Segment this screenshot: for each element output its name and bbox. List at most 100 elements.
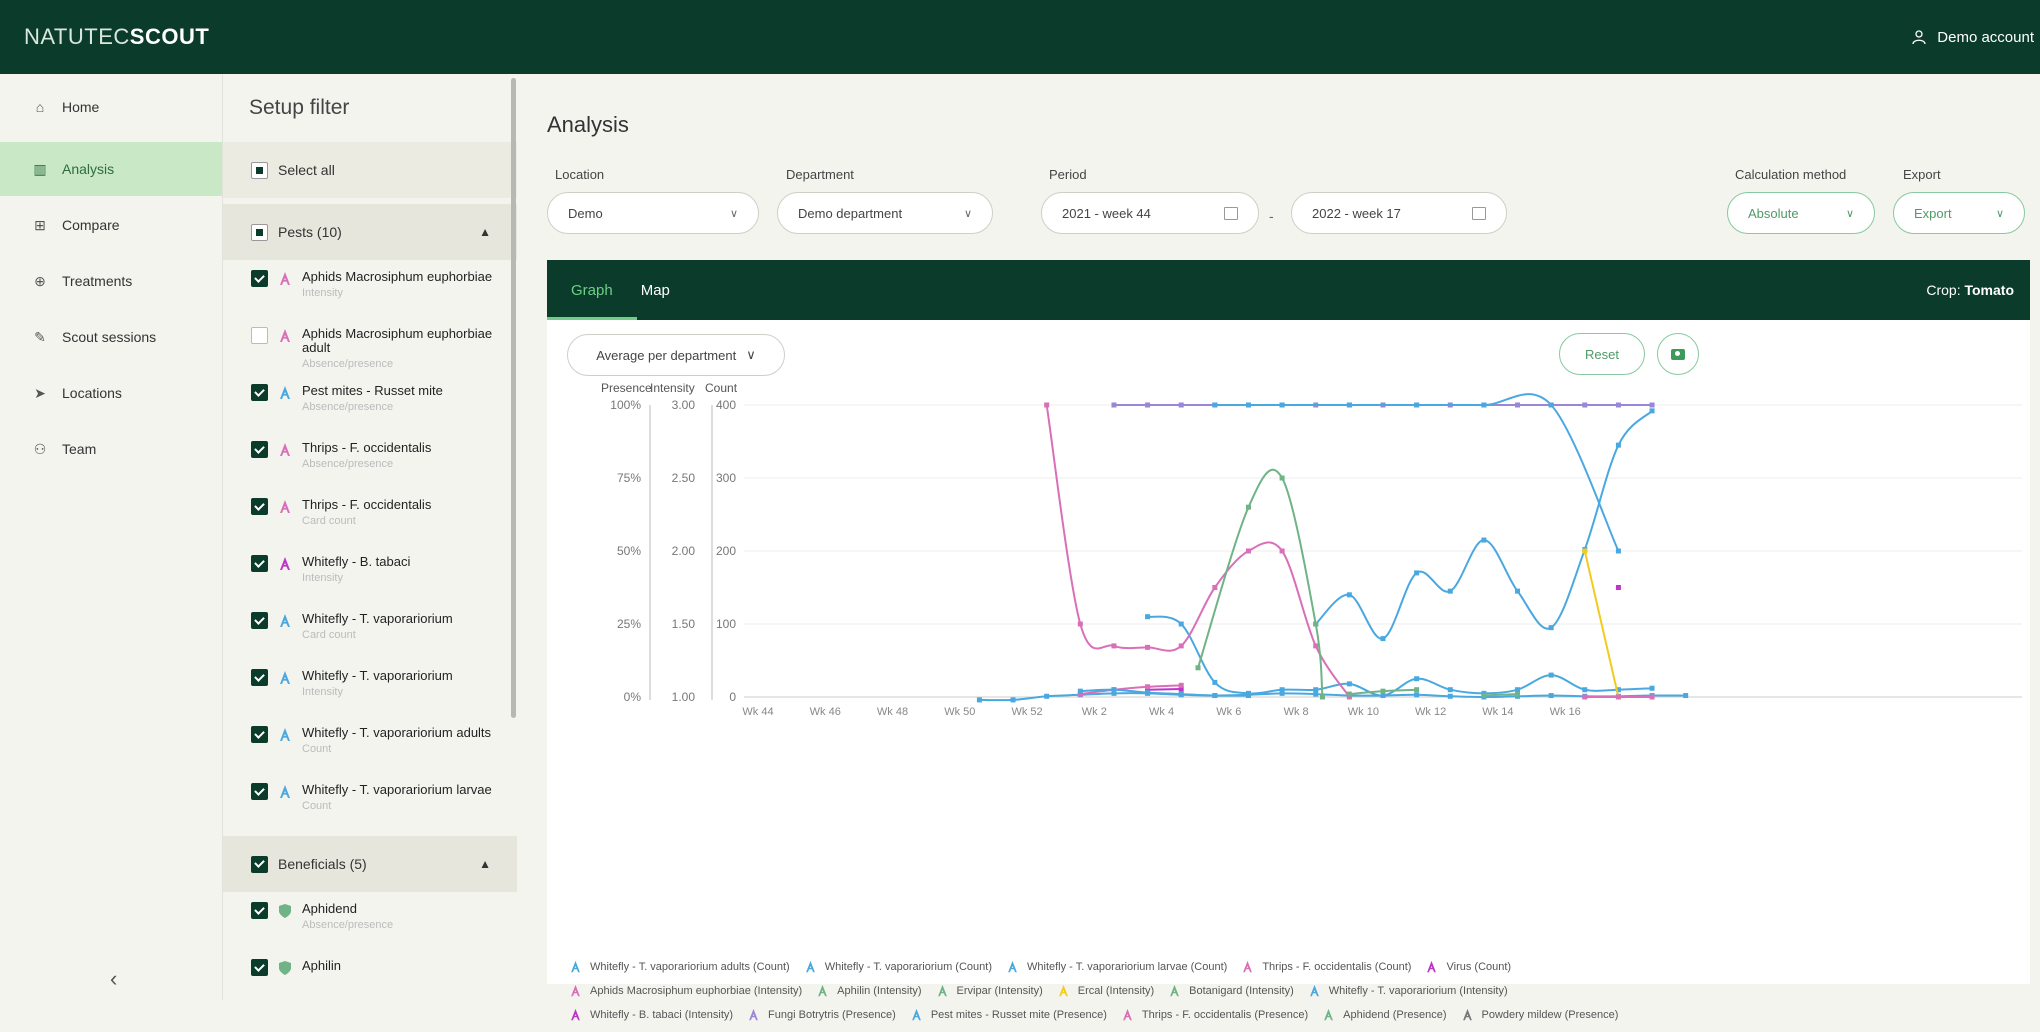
nav-item-locations[interactable]: ➤ Locations [0,366,222,420]
collapse-sidebar-button[interactable]: ‹ [110,966,117,992]
data-point [1414,676,1420,682]
app-logo[interactable]: NATUTECSCOUT [24,24,209,50]
bug-icon [818,984,828,997]
item-checkbox[interactable] [251,384,268,401]
data-point [1044,402,1050,408]
list-item[interactable]: Whitefly - T. vaporariorium Card count [223,602,517,659]
department-value: Demo department [798,205,903,221]
list-item[interactable]: Whitefly - T. vaporariorium larvae Count [223,773,517,830]
item-checkbox[interactable] [251,555,268,572]
item-checkbox[interactable] [251,959,268,976]
nav-item-home[interactable]: ⌂ Home [0,80,222,134]
list-item[interactable]: Whitefly - T. vaporariorium Intensity [223,659,517,716]
legend-item[interactable]: Whitefly - T. vaporariorium (Count) [804,960,992,974]
period-from-input[interactable]: 2021 - week 44 [1041,192,1259,234]
legend-item[interactable]: Whitefly - T. vaporariorium (Intensity) [1308,984,1508,998]
item-checkbox[interactable] [251,669,268,686]
list-item[interactable]: Thrips - F. occidentalis Card count [223,488,517,545]
logo-bold: SCOUT [129,24,210,49]
nav-item-treatments[interactable]: ⊕ Treatments [0,254,222,308]
chevron-down-icon: ∨ [729,207,738,220]
nav-item-analysis[interactable]: ▥ Analysis [0,142,222,196]
edit-icon: ✎ [34,328,46,345]
chevron-up-icon[interactable]: ▲ [479,857,491,871]
data-point [1178,402,1184,408]
chevron-up-icon[interactable]: ▲ [479,225,491,239]
count-axis-title: Count [705,381,738,395]
select-all-row[interactable]: Select all [223,142,517,198]
data-point [1447,588,1453,594]
beneficials-checkbox[interactable] [251,855,268,873]
item-sub: Absence/presence [302,919,394,931]
legend-item[interactable]: Whitefly - T. vaporariorium larvae (Coun… [1006,960,1227,974]
item-checkbox[interactable] [251,783,268,800]
filter-scrollbar[interactable] [511,78,516,718]
nav-item-compare[interactable]: ⊞ Compare [0,198,222,252]
bug-icon [571,1008,580,1021]
list-item-aphidend[interactable]: Aphidend Absence/presence [223,892,517,949]
nav-item-scout-sessions[interactable]: ✎ Scout sessions [0,310,222,364]
legend-item[interactable]: Aphidend (Presence) [1322,1008,1447,1022]
item-checkbox[interactable] [251,498,268,515]
item-checkbox[interactable] [251,612,268,629]
legend-item[interactable]: Powdery mildew (Presence) [1461,1008,1618,1022]
legend-item[interactable]: Whitefly - T. vaporariorium adults (Coun… [569,960,790,974]
department-select[interactable]: Demo department ∨ [777,192,993,234]
data-point [1649,685,1655,691]
data-point [1346,691,1352,697]
legend-item[interactable]: Thrips - F. occidentalis (Count) [1241,960,1411,974]
legend-item[interactable]: Thrips - F. occidentalis (Presence) [1121,1008,1308,1022]
data-point [1414,402,1420,408]
period-to-input[interactable]: 2022 - week 17 [1291,192,1507,234]
data-point [1145,614,1151,620]
account-menu[interactable]: Demo account [1911,29,2034,46]
tab-graph[interactable]: Graph [547,260,637,320]
legend-item[interactable]: Ervipar (Intensity) [936,984,1043,998]
pests-checkbox[interactable] [251,223,268,241]
legend-item[interactable]: Botanigard (Intensity) [1168,984,1294,998]
legend-item[interactable]: Fungi Botrytris (Presence) [747,1008,896,1022]
intensity-axis-title: Intensity [650,381,695,395]
location-select[interactable]: Demo ∨ [547,192,759,234]
item-checkbox[interactable] [251,441,268,458]
select-all-checkbox[interactable] [251,161,268,179]
list-item[interactable]: Whitefly - B. tabaci Intensity [223,545,517,602]
legend-item[interactable]: Aphids Macrosiphum euphorbiae (Intensity… [569,984,802,998]
legend-item[interactable]: Aphilin (Intensity) [816,984,922,998]
list-item[interactable]: Whitefly - T. vaporariorium adults Count [223,716,517,773]
page-title: Analysis [547,112,629,137]
calc-method-select[interactable]: Absolute ∨ [1727,192,1875,234]
legend-item[interactable]: Ercal (Intensity) [1057,984,1154,998]
item-checkbox[interactable] [251,327,268,344]
item-checkbox[interactable] [251,270,268,287]
data-point [1279,475,1285,481]
bug-icon [280,272,290,285]
data-point [1178,691,1184,697]
bug-icon [280,785,290,798]
item-checkbox[interactable] [251,726,268,743]
nav-item-team[interactable]: ⚇ Team [0,422,222,476]
bug-icon [1123,1008,1132,1021]
item-sub: Absence/presence [302,401,394,413]
list-item-aphilin[interactable]: Aphilin [223,949,517,1000]
beneficials-group-header[interactable]: Beneficials (5) ▲ [223,836,517,892]
list-item[interactable]: Pest mites - Russet mite Absence/presence [223,374,517,431]
bug-icon [1309,984,1319,997]
legend-item[interactable]: Pest mites - Russet mite (Presence) [910,1008,1107,1022]
item-checkbox[interactable] [251,902,268,919]
item-name: Whitefly - T. vaporariorium [302,611,453,626]
pests-group-header[interactable]: Pests (10) ▲ [223,204,517,260]
bug-icon [280,671,290,684]
x-tick-label: Wk 2 [1082,706,1107,718]
export-select[interactable]: Export ∨ [1893,192,2025,234]
list-item[interactable]: Thrips - F. occidentalis Absence/presence [223,431,517,488]
legend-item[interactable]: Virus (Count) [1425,960,1511,974]
tab-map[interactable]: Map [637,260,694,320]
data-point [1481,537,1487,543]
list-item[interactable]: Aphids Macrosiphum euphorbiae adult Absen… [223,317,517,374]
legend-item[interactable]: Whitefly - B. tabaci (Intensity) [569,1008,733,1022]
list-item[interactable]: Aphids Macrosiphum euphorbiae Intensity [223,260,517,317]
legend-label: Whitefly - T. vaporariorium (Count) [824,961,992,973]
period-from-value: 2021 - week 44 [1062,205,1151,221]
nav-label: Home [62,99,100,115]
